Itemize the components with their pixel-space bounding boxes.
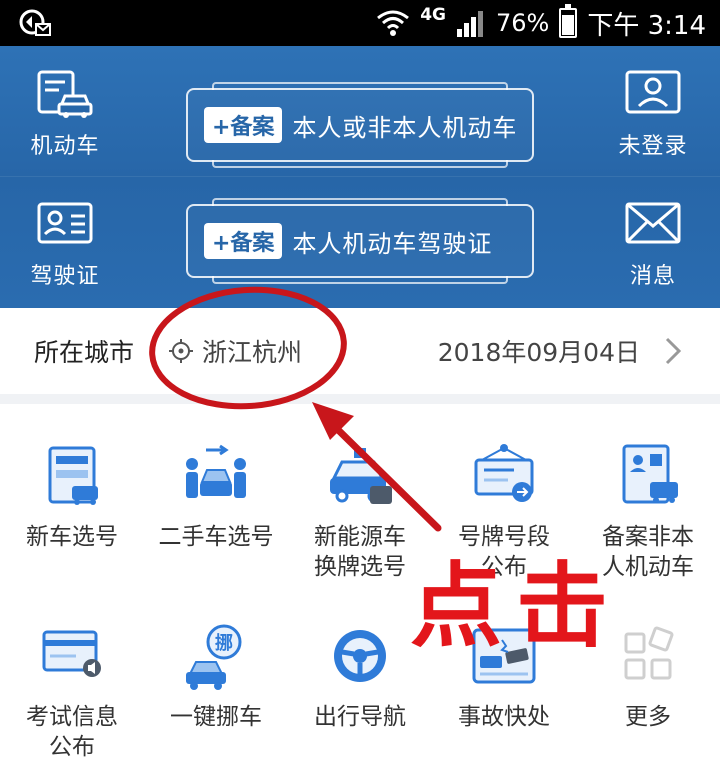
used-car-icon <box>186 444 246 498</box>
vehicle-button[interactable]: 机动车 <box>10 66 120 160</box>
section-divider <box>0 394 720 404</box>
service-exam-info[interactable]: 考试信息 公布 <box>0 622 144 762</box>
service-label: 一键挪车 <box>170 704 262 730</box>
more-grid-icon <box>624 626 674 680</box>
service-label: 二手车选号 <box>158 524 274 550</box>
move-car-icon: 挪 <box>186 624 242 690</box>
license-label: 驾驶证 <box>30 264 100 289</box>
register-badge: +备案 <box>204 107 283 143</box>
service-move-car[interactable]: 挪 一键挪车 <box>144 622 288 732</box>
svg-text:挪: 挪 <box>215 632 233 654</box>
battery-icon <box>559 4 578 38</box>
register-badge: +备案 <box>204 223 283 259</box>
city-selector[interactable]: 浙江杭州 <box>168 333 302 369</box>
car-doc-icon <box>37 70 93 118</box>
service-label: 事故快处 <box>458 704 550 730</box>
network-type: 4G <box>420 5 446 25</box>
battery-percent: 76% <box>496 9 550 37</box>
wifi-icon <box>377 10 410 36</box>
city-bar: 所在城市 浙江杭州 2018年09月04日 <box>0 308 720 394</box>
locate-icon <box>169 339 193 363</box>
register-license-text: 本人机动车驾驶证 <box>292 229 493 258</box>
signal-icon <box>457 11 483 37</box>
exam-info-icon <box>42 630 101 677</box>
status-right: 4G 76% 下午 3:14 <box>376 0 706 46</box>
clock: 下午 3:14 <box>587 10 706 41</box>
register-license-card[interactable]: +备案 本人机动车驾驶证 <box>186 198 534 284</box>
city-label: 所在城市 <box>34 338 135 367</box>
user-icon <box>625 70 681 114</box>
service-new-plate[interactable]: 新车选号 <box>0 442 144 552</box>
register-car-icon <box>622 444 678 504</box>
new-plate-icon <box>48 446 98 505</box>
license-button[interactable]: 驾驶证 <box>10 196 120 290</box>
login-button[interactable]: 未登录 <box>598 66 708 160</box>
sync-mail-icon <box>19 9 51 36</box>
service-label: 考试信息 公布 <box>26 704 118 760</box>
service-label: 出行导航 <box>314 704 406 730</box>
steering-wheel-icon <box>334 630 386 682</box>
plate-notice-icon <box>474 444 534 502</box>
service-label: 新车选号 <box>26 524 118 550</box>
ev-car-icon <box>330 448 392 504</box>
login-label: 未登录 <box>618 134 688 159</box>
vehicle-label: 机动车 <box>30 134 100 159</box>
status-bar: 4G 76% 下午 3:14 <box>0 0 720 46</box>
messages-button[interactable]: 消息 <box>598 196 708 290</box>
service-label: 更多 <box>625 704 671 730</box>
register-vehicle-text: 本人或非本人机动车 <box>292 113 518 142</box>
license-card-icon <box>37 202 93 244</box>
annotation-click-text: 点击 <box>410 553 623 660</box>
header-banner: 机动车 驾驶证 +备案 本人或非本人机动车 +备案 本人机动车驾驶证 未登录 消… <box>0 46 720 308</box>
service-used-car[interactable]: 二手车选号 <box>144 442 288 552</box>
register-vehicle-card[interactable]: +备案 本人或非本人机动车 <box>186 82 534 168</box>
messages-label: 消息 <box>629 264 676 289</box>
envelope-icon <box>625 202 681 244</box>
city-value: 浙江杭州 <box>202 338 303 367</box>
chevron-right-icon[interactable] <box>662 336 684 366</box>
date-value: 2018年09月04日 <box>437 338 640 367</box>
